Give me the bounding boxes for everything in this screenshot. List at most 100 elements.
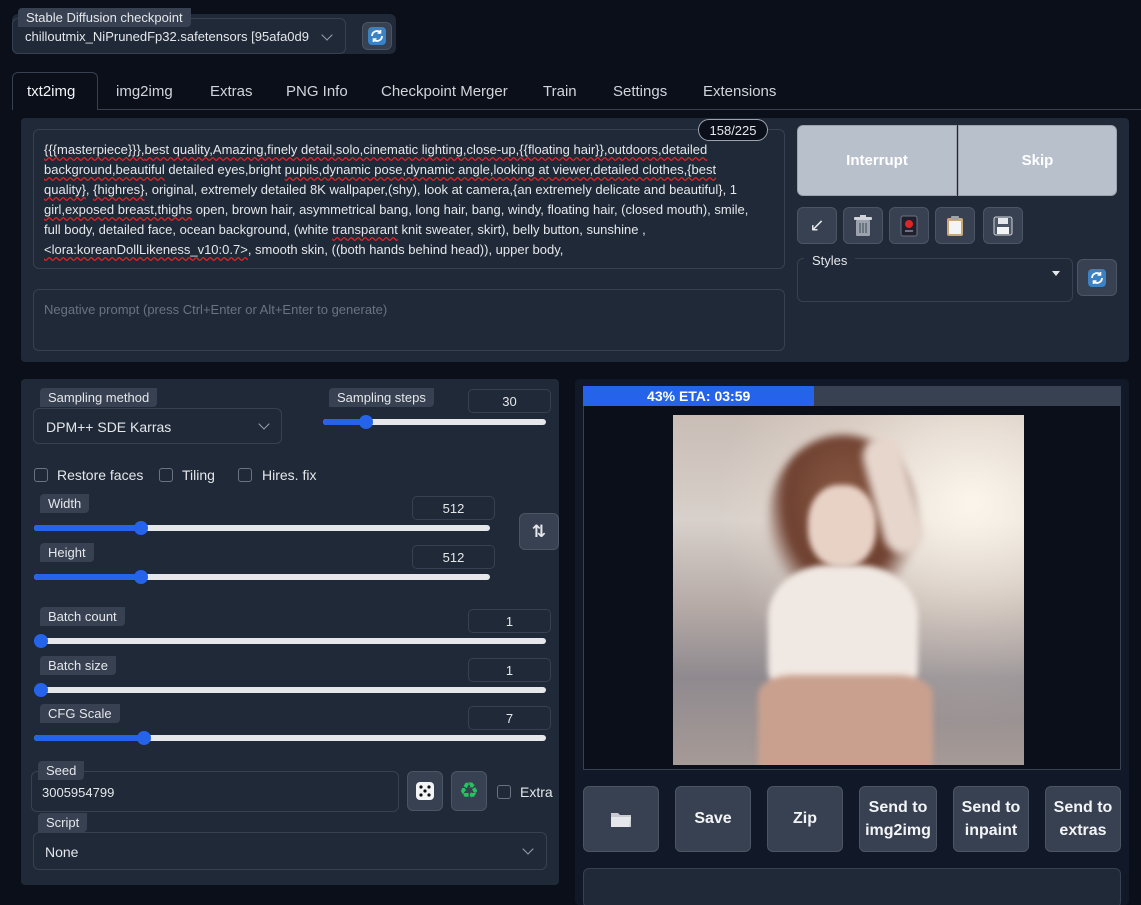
clear-prompt-button[interactable] xyxy=(843,207,883,244)
save-button[interactable]: Save xyxy=(675,786,751,852)
batch-count-input[interactable]: 1 xyxy=(468,609,551,633)
trash-icon xyxy=(854,214,872,236)
slider-fill xyxy=(34,574,141,580)
sampling-steps-label: Sampling steps xyxy=(329,388,434,407)
hires-fix-checkbox[interactable] xyxy=(238,468,252,482)
checkpoint-label: Stable Diffusion checkpoint xyxy=(18,8,191,27)
tab-extensions[interactable]: Extensions xyxy=(703,72,776,110)
sampling-steps-input[interactable]: 30 xyxy=(468,389,551,413)
paste-params-button[interactable]: ↙ xyxy=(797,207,837,244)
restore-faces-label: Restore faces xyxy=(57,467,144,483)
open-folder-button[interactable] xyxy=(583,786,659,852)
width-label: Width xyxy=(40,494,90,513)
progress-text: 43% ETA: 03:59 xyxy=(647,388,751,404)
chevron-down-icon xyxy=(522,843,534,855)
width-input[interactable]: 512 xyxy=(412,496,495,520)
clipboard-icon xyxy=(947,215,963,236)
width-slider[interactable] xyxy=(34,521,490,535)
tab-train[interactable]: Train xyxy=(543,72,577,110)
script-value: None xyxy=(45,844,79,860)
save-style-button[interactable] xyxy=(983,207,1023,244)
progress-bar: 43% ETA: 03:59 xyxy=(583,386,1121,406)
sampling-steps-slider[interactable] xyxy=(323,415,546,429)
prompt-text: {{{masterpiece}}},best quality,Amazing,f… xyxy=(44,142,749,257)
cfg-scale-slider[interactable] xyxy=(34,731,546,745)
send-to-inpaint-button[interactable]: Send to inpaint xyxy=(953,786,1029,852)
caret-down-icon xyxy=(1052,271,1060,276)
slider-thumb[interactable] xyxy=(34,634,48,648)
refresh-icon xyxy=(1088,268,1106,287)
tiling-label: Tiling xyxy=(182,467,215,483)
refresh-styles-button[interactable] xyxy=(1077,259,1117,296)
slider-thumb[interactable] xyxy=(137,731,151,745)
styles-label: Styles xyxy=(804,251,856,270)
negative-prompt-textarea[interactable]: Negative prompt (press Ctrl+Enter or Alt… xyxy=(33,289,785,351)
slider-fill xyxy=(34,735,144,741)
token-counter: 158/225 xyxy=(698,119,768,141)
dice-icon xyxy=(416,782,434,800)
seed-value: 3005954799 xyxy=(42,785,115,800)
tab-img2img[interactable]: img2img xyxy=(116,72,173,110)
negative-prompt-placeholder: Negative prompt (press Ctrl+Enter or Alt… xyxy=(44,302,388,317)
skip-button[interactable]: Skip xyxy=(958,125,1117,196)
random-seed-button[interactable] xyxy=(407,771,443,811)
zip-button[interactable]: Zip xyxy=(767,786,843,852)
card-icon xyxy=(900,215,918,236)
preview-skirt xyxy=(758,675,933,765)
apply-styles-button[interactable] xyxy=(935,207,975,244)
preview-image[interactable] xyxy=(673,415,1024,765)
seed-label: Seed xyxy=(38,761,85,780)
refresh-checkpoint-button[interactable] xyxy=(362,22,392,50)
tab-settings[interactable]: Settings xyxy=(613,72,667,110)
arrow-down-left-icon: ↙ xyxy=(809,215,825,235)
batch-size-slider[interactable] xyxy=(34,683,546,697)
sampling-method-label: Sampling method xyxy=(40,388,158,407)
tab-extras[interactable]: Extras xyxy=(210,72,253,110)
chevron-down-icon xyxy=(321,29,333,41)
cfg-scale-input[interactable]: 7 xyxy=(468,706,551,730)
slider-thumb[interactable] xyxy=(359,415,373,429)
cfg-scale-label: CFG Scale xyxy=(40,704,120,723)
prompt-textarea[interactable]: {{{masterpiece}}},best quality,Amazing,f… xyxy=(33,129,785,269)
interrupt-button[interactable]: Interrupt xyxy=(797,125,957,196)
batch-size-label: Batch size xyxy=(40,656,116,675)
checkpoint-block: Stable Diffusion checkpoint chilloutmix_… xyxy=(12,8,396,54)
preview-face xyxy=(808,485,876,567)
tiling-checkbox[interactable] xyxy=(159,468,173,482)
sampling-method-value: DPM++ SDE Karras xyxy=(46,419,172,435)
slider-thumb[interactable] xyxy=(134,570,148,584)
folder-icon xyxy=(611,813,631,827)
height-input[interactable]: 512 xyxy=(412,545,495,569)
script-label: Script xyxy=(38,813,88,832)
sampling-method-dropdown[interactable]: DPM++ SDE Karras xyxy=(33,408,282,444)
extra-seed-label: Extra xyxy=(520,784,553,800)
swap-arrows-icon: ⇅ xyxy=(531,521,547,541)
batch-count-label: Batch count xyxy=(40,607,125,626)
height-label: Height xyxy=(40,543,94,562)
tab-txt2img[interactable]: txt2img xyxy=(12,72,98,110)
slider-fill xyxy=(34,525,141,531)
slider-thumb[interactable] xyxy=(134,521,148,535)
tab-png-info[interactable]: PNG Info xyxy=(286,72,348,110)
script-dropdown[interactable]: None xyxy=(33,832,547,870)
swap-dimensions-button[interactable]: ⇅ xyxy=(519,513,559,550)
recycle-icon: ♻ xyxy=(459,778,479,803)
restore-faces-checkbox[interactable] xyxy=(34,468,48,482)
checkpoint-value: chilloutmix_NiPrunedFp32.safetensors [95… xyxy=(25,29,310,44)
hires-fix-label: Hires. fix xyxy=(262,467,317,483)
slider-thumb[interactable] xyxy=(34,683,48,697)
chevron-down-icon xyxy=(258,418,270,430)
reuse-seed-button[interactable]: ♻ xyxy=(451,771,487,811)
send-to-extras-button[interactable]: Send to extras xyxy=(1045,786,1121,852)
height-slider[interactable] xyxy=(34,570,490,584)
extra-seed-checkbox[interactable] xyxy=(497,785,511,799)
batch-size-input[interactable]: 1 xyxy=(468,658,551,682)
seed-input[interactable]: 3005954799 xyxy=(31,771,399,812)
tab-checkpoint-merger[interactable]: Checkpoint Merger xyxy=(381,72,508,110)
extra-networks-button[interactable] xyxy=(889,207,929,244)
batch-count-slider[interactable] xyxy=(34,634,546,648)
send-to-img2img-button[interactable]: Send to img2img xyxy=(859,786,937,852)
floppy-disk-icon xyxy=(993,216,1013,235)
styles-block: Styles xyxy=(797,251,1073,302)
refresh-icon xyxy=(368,27,386,45)
